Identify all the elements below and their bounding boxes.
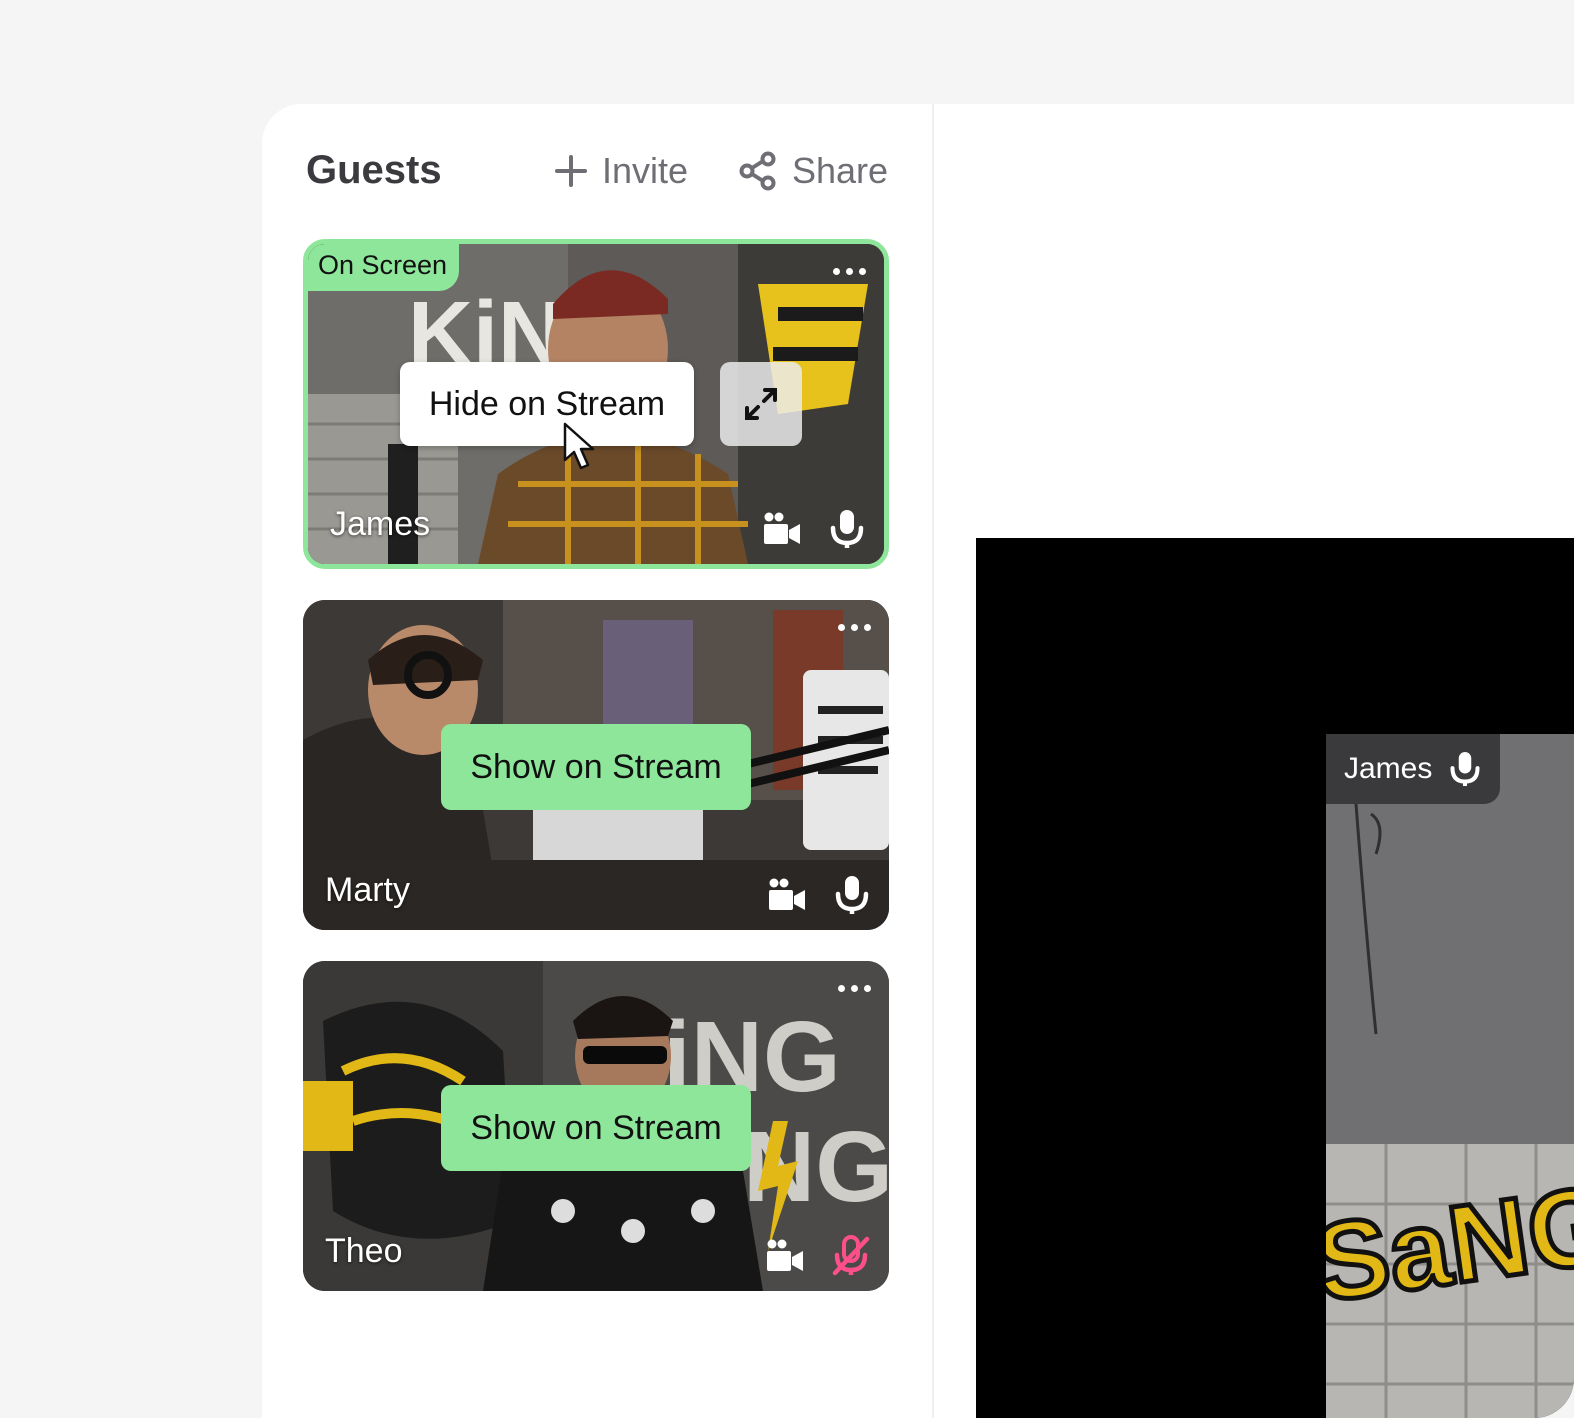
invite-button[interactable]: Invite [554,148,688,194]
media-controls [765,1235,871,1277]
stage-name: James [1344,752,1433,785]
invite-label: Invite [602,150,689,191]
media-controls [762,508,866,550]
expand-button[interactable] [720,362,802,446]
guests-panel: Guests Invite Share KiNG On Screen Hide … [262,104,934,1418]
share-label: Share [792,150,889,191]
stage-preview: SaNG James [976,538,1574,1418]
microphone-icon[interactable] [833,874,871,916]
microphone-icon [1450,752,1480,786]
guest-name: Marty [325,871,410,909]
panel-title: Guests [306,148,442,192]
show-on-stream-button[interactable]: Show on Stream [441,724,751,810]
media-controls [767,874,871,916]
share-icon [739,151,776,191]
hide-on-stream-button[interactable]: Hide on Stream [400,362,694,446]
mouse-cursor-icon [563,422,595,470]
camera-icon[interactable] [765,1238,805,1274]
camera-icon[interactable] [762,511,802,547]
on-screen-badge: On Screen [308,244,460,291]
expand-icon [745,388,777,420]
more-options-icon[interactable] [838,624,871,631]
guest-name: James [330,505,431,543]
plus-icon [555,155,587,187]
guest-name: Theo [325,1232,403,1270]
microphone-icon[interactable] [828,508,866,550]
guest-card-theo[interactable]: iNG NG Show on Stream Theo [303,961,889,1291]
more-options-icon[interactable] [838,985,871,992]
guest-card-marty[interactable]: Show on Stream Marty [303,600,889,930]
share-button[interactable]: Share [738,148,888,194]
camera-icon[interactable] [767,877,807,913]
app-window: Guests Invite Share KiNG On Screen Hide … [262,104,1574,1418]
stage-name-label: James [1326,734,1501,804]
microphone-muted-icon[interactable] [831,1235,871,1277]
stage-video-tile[interactable]: SaNG [1326,734,1574,1418]
guest-card-james[interactable]: KiNG On Screen Hide on Stream James [303,239,889,569]
show-on-stream-button[interactable]: Show on Stream [441,1085,751,1171]
more-options-icon[interactable] [833,268,866,275]
